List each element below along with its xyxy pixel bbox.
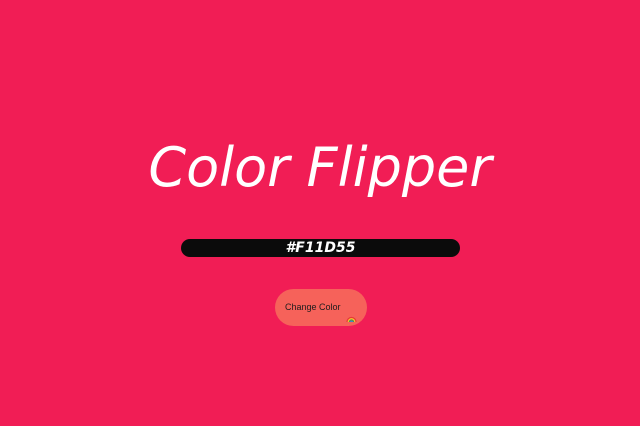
color-hex-value: #F11D55 (285, 240, 356, 256)
change-color-label: Change Color (284, 302, 341, 312)
change-color-button[interactable]: Change Color (275, 289, 367, 326)
color-flipper-app: Color Flipper #F11D55 Change Color (0, 0, 640, 426)
page-title: Color Flipper (148, 136, 492, 199)
rainbow-icon (346, 302, 357, 323)
color-hex-display: #F11D55 (181, 239, 460, 257)
